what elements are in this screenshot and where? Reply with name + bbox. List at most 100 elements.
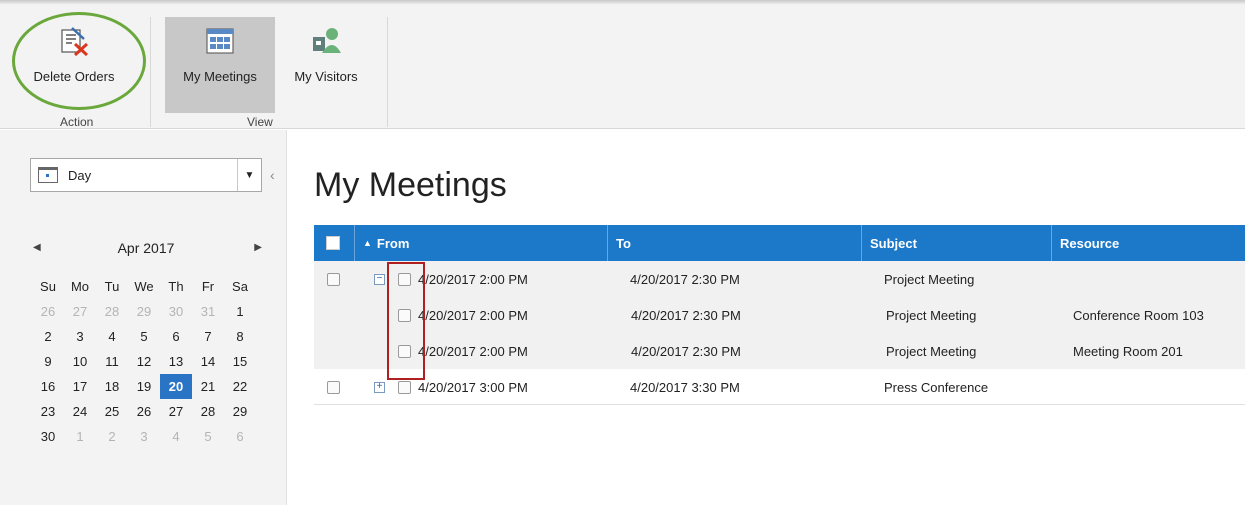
cell-from: 4/20/2017 2:00 PM [418,343,528,359]
cell-to: 4/20/2017 2:30 PM [631,343,741,359]
calendar-day[interactable]: 1 [64,424,96,449]
meetings-grid: ▲ From To Subject Resource − 4/20/2017 2… [314,225,1245,405]
column-header-subject[interactable]: Subject [861,225,1051,261]
next-month-icon[interactable]: ▶ [254,242,262,253]
calendar-day[interactable]: 2 [96,424,128,449]
calendar-day[interactable]: 18 [96,374,128,399]
expand-icon[interactable]: + [374,381,385,393]
row-select-checkbox[interactable] [327,380,340,394]
column-header-resource[interactable]: Resource [1051,225,1245,261]
calendar-day[interactable]: 31 [192,299,224,324]
highlight-box [387,262,425,380]
view-select[interactable]: Day ▼ [30,158,262,192]
calendar-day[interactable]: 6 [160,324,192,349]
calendar-day[interactable]: 26 [32,299,64,324]
calendar-day[interactable]: 29 [128,299,160,324]
weekday-label: Tu [104,279,120,294]
column-header-from[interactable]: ▲ From [354,225,607,261]
calendar-day[interactable]: 27 [64,299,96,324]
calendar-day[interactable]: 28 [192,399,224,424]
column-label: From [376,235,410,251]
select-all-checkbox[interactable] [326,236,340,250]
calendar-day[interactable]: 29 [224,399,256,424]
group-label-view: View [247,115,273,129]
calendar-day[interactable]: 12 [128,349,160,374]
calendar-day[interactable]: 17 [64,374,96,399]
table-row[interactable]: + 4/20/2017 3:00 PM 4/20/2017 3:30 PM Pr… [314,369,1245,405]
calendar-day[interactable]: 4 [160,424,192,449]
cell-subject: Project Meeting [884,271,975,287]
view-select-value: Day [68,167,92,183]
calendar-day[interactable]: 22 [224,374,256,399]
calendar-day[interactable]: 11 [96,349,128,374]
calendar-day[interactable]: 3 [128,424,160,449]
calendar-day[interactable]: 27 [160,399,192,424]
ribbon-separator [150,17,151,127]
calendar-day[interactable]: 5 [192,424,224,449]
cell-resource: Meeting Room 201 [1073,343,1183,359]
calendar-day[interactable]: 5 [128,324,160,349]
calendar-day[interactable]: 1 [224,299,256,324]
cell-subject: Press Conference [884,379,989,395]
my-meetings-icon [204,25,236,57]
my-visitors-label: My Visitors [294,69,358,84]
cell-from: 4/20/2017 2:00 PM [418,307,528,323]
calendar-day[interactable]: 20 [160,374,192,399]
calendar-day[interactable]: 30 [160,299,192,324]
item-checkbox[interactable] [398,380,411,394]
calendar-day[interactable]: 19 [128,374,160,399]
calendar-day[interactable]: 4 [96,324,128,349]
calendar-day[interactable]: 28 [96,299,128,324]
calendar-day[interactable]: 2 [32,324,64,349]
calendar-day[interactable]: 7 [192,324,224,349]
weekday-label: Th [168,279,184,294]
table-row[interactable]: 4/20/2017 2:00 PM 4/20/2017 2:30 PM Proj… [314,333,1245,369]
calendar-day[interactable]: 26 [128,399,160,424]
cell-from: 4/20/2017 3:00 PM [418,379,528,395]
calendar-day[interactable]: 14 [192,349,224,374]
dropdown-arrow-icon[interactable]: ▼ [237,159,261,191]
my-meetings-label: My Meetings [183,69,257,84]
calendar-day[interactable]: 24 [64,399,96,424]
calendar-day[interactable]: 10 [64,349,96,374]
calendar-icon [38,167,58,183]
column-label: Subject [870,235,917,251]
calendar-day[interactable]: 6 [224,424,256,449]
weekday-label: Mo [70,279,90,294]
grid-header: ▲ From To Subject Resource [314,225,1245,261]
cell-to: 4/20/2017 2:30 PM [630,271,740,287]
column-label: Resource [1060,235,1120,251]
sort-asc-icon: ▲ [363,238,372,248]
calendar-day[interactable]: 15 [224,349,256,374]
cell-to: 4/20/2017 2:30 PM [631,307,741,323]
calendar-day[interactable]: 13 [160,349,192,374]
table-row[interactable]: − 4/20/2017 2:00 PM 4/20/2017 2:30 PM Pr… [314,261,1245,297]
my-meetings-button[interactable]: My Meetings [165,17,275,113]
weekday-label: We [134,279,154,294]
column-header-to[interactable]: To [607,225,861,261]
calendar-day[interactable]: 3 [64,324,96,349]
table-row[interactable]: 4/20/2017 2:00 PM 4/20/2017 2:30 PM Proj… [314,297,1245,333]
calendar-day[interactable]: 8 [224,324,256,349]
calendar-day[interactable]: 21 [192,374,224,399]
calendar-header: ◀ Apr 2017 ▶ [30,240,262,260]
calendar-day[interactable]: 23 [32,399,64,424]
calendar-month[interactable]: Apr 2017 [30,240,262,256]
cell-subject: Project Meeting [886,307,977,323]
row-select-checkbox[interactable] [327,272,340,286]
page-title: My Meetings [314,166,507,204]
collapse-pane-icon[interactable]: ‹ [270,167,275,183]
collapse-icon[interactable]: − [374,273,385,285]
cell-resource: Conference Room 103 [1073,307,1204,323]
calendar-day[interactable]: 9 [32,349,64,374]
my-visitors-button[interactable]: My Visitors [279,17,373,113]
highlight-ellipse [12,12,146,110]
cell-to: 4/20/2017 3:30 PM [630,379,740,395]
app-window: Delete Orders My Meetings My Visitors Ac… [0,0,1245,505]
my-visitors-icon [310,25,342,57]
calendar-day[interactable]: 30 [32,424,64,449]
column-label: To [616,235,631,251]
calendar-day[interactable]: 16 [32,374,64,399]
cell-subject: Project Meeting [886,343,977,359]
calendar-day[interactable]: 25 [96,399,128,424]
